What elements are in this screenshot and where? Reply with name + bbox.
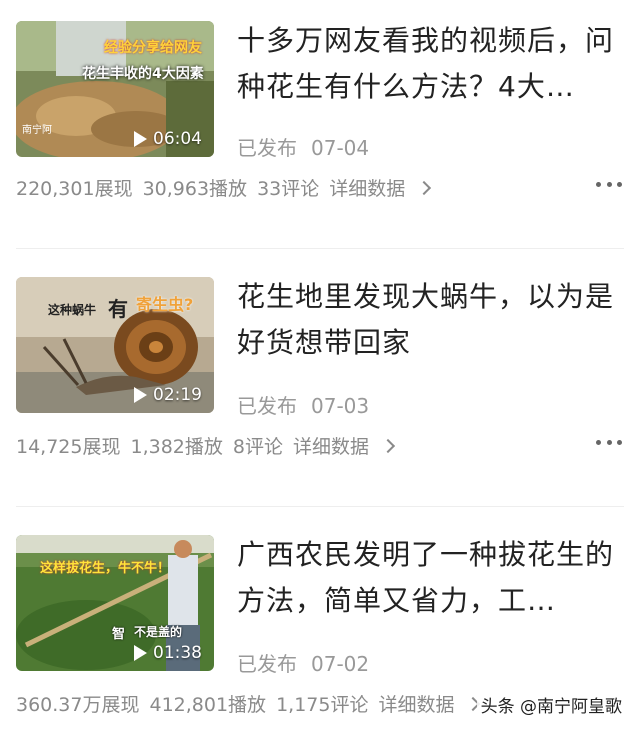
status-text: 已发布 (237, 136, 297, 160)
duration-text: 06:04 (153, 129, 202, 149)
publish-date: 07-02 (311, 652, 370, 676)
comments-count: 33评论 (257, 178, 320, 200)
impressions-count: 14,725展现 (16, 436, 121, 458)
status-text: 已发布 (237, 652, 297, 676)
plays-count: 1,382播放 (130, 436, 223, 458)
detail-data-label: 详细数据 (378, 694, 455, 716)
divider (16, 506, 624, 507)
status-text: 已发布 (237, 394, 297, 418)
more-icon[interactable] (596, 440, 622, 446)
publish-status: 已发布 07-02 (237, 648, 369, 677)
play-icon (134, 645, 147, 661)
comments-count: 1,175评论 (276, 694, 369, 716)
detail-data-label: 详细数据 (292, 436, 369, 458)
video-duration: 01:38 (134, 643, 202, 663)
thumb-caption: 有 (108, 297, 128, 321)
publish-status: 已发布 07-03 (237, 390, 369, 419)
more-icon[interactable] (596, 182, 622, 188)
duration-text: 02:19 (153, 385, 202, 405)
video-title[interactable]: 广西农民发明了一种拔花生的方法，简单又省力，工… (237, 532, 617, 624)
video-duration: 06:04 (134, 129, 202, 149)
thumb-caption: 寄生虫? (136, 295, 194, 314)
video-thumbnail[interactable]: 这种蜗牛 有 寄生虫? 02:19 (16, 277, 214, 413)
thumb-caption: 智 (112, 627, 126, 642)
thumb-caption: 这样拔花生，牛不牛！ (40, 561, 171, 576)
publish-status: 已发布 07-04 (237, 132, 369, 161)
video-title[interactable]: 花生地里发现大蜗牛，以为是好货想带回家 (237, 274, 617, 366)
thumb-caption: 不是盖的 (134, 625, 183, 639)
duration-text: 01:38 (153, 643, 202, 663)
impressions-count: 360.37万展现 (16, 694, 140, 716)
play-icon (134, 387, 147, 403)
detail-data-label: 详细数据 (329, 178, 406, 200)
publish-date: 07-03 (311, 394, 370, 418)
chevron-right-icon (417, 180, 432, 195)
divider (16, 248, 624, 249)
thumb-caption: 花生丰收的4大因素 (82, 66, 204, 82)
plays-count: 30,963播放 (142, 178, 248, 200)
video-stats: 360.37万展现 412,801播放 1,175评论 详细数据 (16, 690, 488, 717)
video-title[interactable]: 十多万网友看我的视频后，问种花生有什么方法？4大… (237, 18, 617, 110)
chevron-right-icon (380, 438, 396, 453)
watermark: 头条 @南宁阿皇歌 (476, 690, 626, 719)
video-thumbnail[interactable]: 这样拔花生，牛不牛！ 智 不是盖的 01:38 (16, 535, 214, 671)
detail-data-link[interactable]: 详细数据 (378, 694, 481, 716)
comments-count: 8评论 (232, 436, 283, 458)
thumb-caption: 这种蜗牛 (48, 303, 97, 317)
video-duration: 02:19 (134, 385, 202, 405)
video-stats: 220,301展现 30,963播放 33评论 详细数据 (16, 174, 439, 201)
play-icon (134, 131, 147, 147)
thumb-channel-mark: 南宁阿 (22, 125, 52, 136)
impressions-count: 220,301展现 (16, 178, 133, 200)
publish-date: 07-04 (311, 136, 370, 160)
detail-data-link[interactable]: 详细数据 (292, 436, 396, 458)
plays-count: 412,801播放 (149, 694, 267, 716)
thumb-caption: 经验分享给网友 (104, 40, 202, 56)
detail-data-link[interactable]: 详细数据 (329, 178, 432, 200)
video-stats: 14,725展现 1,382播放 8评论 详细数据 (16, 432, 403, 459)
video-thumbnail[interactable]: 经验分享给网友 花生丰收的4大因素 南宁阿 06:04 (16, 21, 214, 157)
